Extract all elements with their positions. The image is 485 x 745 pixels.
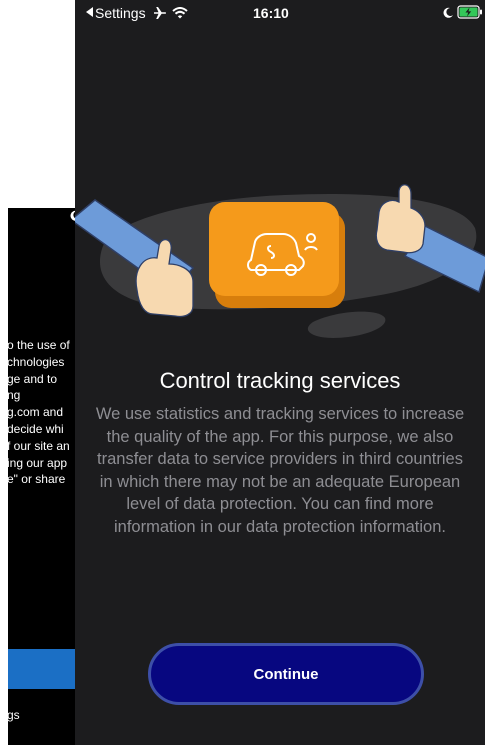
background-text-line: ing our app	[8, 455, 68, 470]
background-text-line: ge and to	[8, 371, 58, 386]
back-to-settings-link[interactable]: Settings	[95, 5, 146, 21]
battery-charging-icon	[457, 5, 482, 19]
background-app-screen: o the use of chnologies ge and to ng g.c…	[8, 208, 84, 745]
back-arrow-icon[interactable]	[86, 7, 94, 17]
page-title: Control tracking services	[159, 368, 401, 393]
tracking-description: We use statistics and tracking services …	[95, 405, 465, 536]
background-consent-text: o the use of chnologies ge and to ng g.c…	[8, 337, 84, 488]
tracking-consent-screen: Settings 16:10 Control tracking services…	[75, 0, 485, 745]
moon-icon	[443, 7, 453, 18]
background-accept-button	[8, 649, 84, 689]
background-text-line: f our site an	[8, 438, 70, 453]
background-text-line: chnologies	[8, 354, 65, 369]
status-bar: Settings 16:10	[75, 0, 485, 28]
background-settings-label: gs	[8, 708, 20, 722]
background-text-line: g.com and	[8, 405, 64, 420]
wifi-icon	[172, 7, 188, 19]
background-text-line: decide whi	[8, 421, 64, 436]
background-text-line: o the use of	[8, 338, 70, 352]
status-time: 16:10	[253, 5, 289, 21]
tracking-illustration	[75, 184, 485, 338]
continue-button[interactable]: Continue	[148, 643, 424, 705]
background-text-line: e" or share	[8, 472, 66, 487]
background-text-line: ng	[8, 388, 21, 403]
airplane-icon	[154, 7, 167, 19]
